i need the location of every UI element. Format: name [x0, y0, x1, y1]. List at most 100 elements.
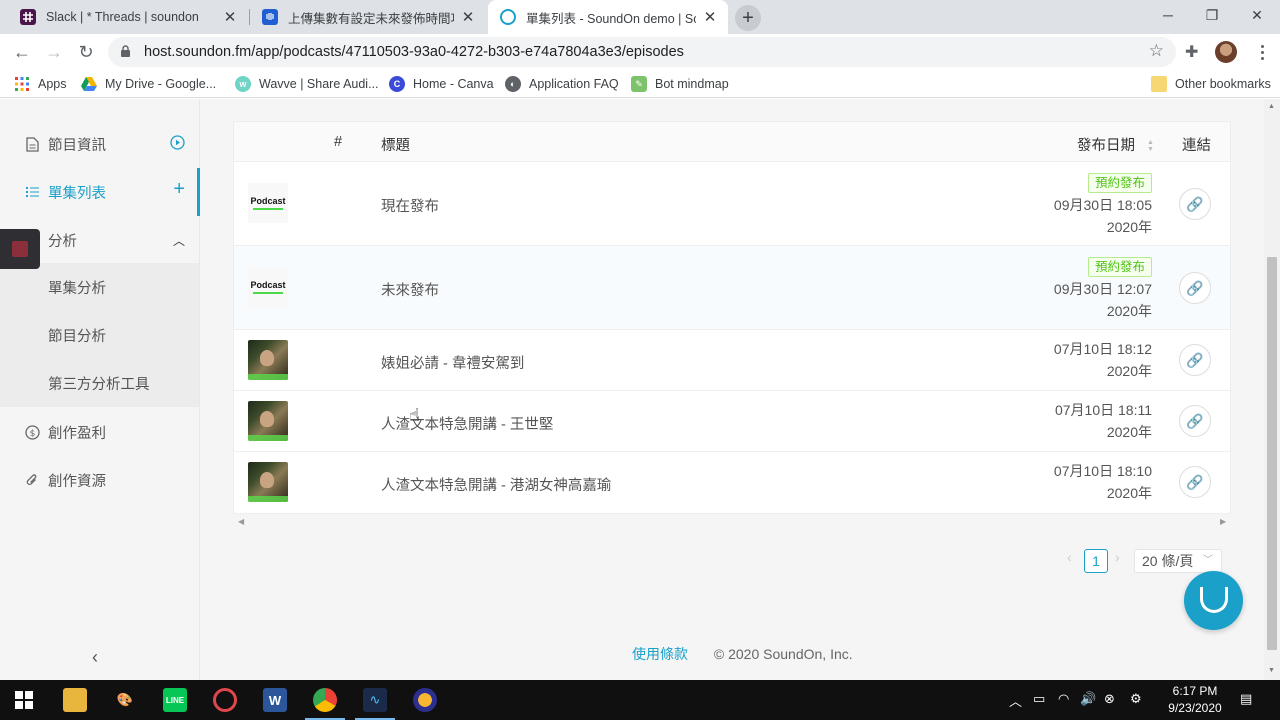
bookmark-wavve[interactable]: w Wavve | Share Audi... — [235, 75, 379, 93]
play-circle-icon[interactable] — [170, 135, 185, 155]
restore-icon[interactable]: ❐ — [1189, 0, 1235, 30]
back-icon[interactable]: ← — [9, 39, 35, 65]
sidebar-item-show-analytics[interactable]: 節目分析 — [0, 311, 199, 359]
tray-chevron-up-icon[interactable]: ︿ — [1009, 691, 1022, 710]
bookmark-bot-mindmap[interactable]: ✎ Bot mindmap — [631, 75, 729, 93]
url-text: host.soundon.fm/app/podcasts/47110503-93… — [144, 44, 684, 60]
episode-thumbnail: Podcast — [248, 267, 288, 307]
address-bar[interactable]: host.soundon.fm/app/podcasts/47110503-93… — [108, 37, 1176, 67]
scroll-up-arrow[interactable]: ▲ — [1268, 103, 1275, 110]
link-icon: 🔗 — [1186, 195, 1204, 212]
copy-link-button[interactable]: 🔗 — [1179, 405, 1211, 437]
sidebar-item-label: 創作盈利 — [48, 425, 106, 442]
scroll-left-arrow[interactable]: ◀ — [238, 517, 244, 526]
episode-title[interactable]: 人渣文本特急開講 - 港湖女神高嘉瑜 — [381, 474, 611, 495]
sidebar-item-resources[interactable]: 創作資源 — [0, 456, 199, 504]
extensions-puzzle-icon[interactable]: ✚ — [1185, 42, 1198, 62]
scrollbar-thumb[interactable] — [1267, 257, 1277, 650]
page-scrollbar[interactable]: ▲ ▼ — [1264, 99, 1280, 680]
page-size-select[interactable]: 20 條/頁 ﹀ — [1134, 549, 1222, 573]
line-app-icon[interactable]: LINE — [163, 688, 187, 712]
windows-start-icon[interactable] — [12, 688, 36, 712]
episode-thumbnail: Podcast — [248, 183, 288, 223]
copyright-text: © 2020 SoundOn, Inc. — [713, 646, 853, 662]
episode-title[interactable]: 現在發布 — [381, 195, 439, 216]
canva-icon: C — [389, 76, 405, 92]
close-tab-icon[interactable]: ✕ — [222, 9, 238, 26]
paint-icon[interactable]: 🎨 — [113, 688, 137, 712]
episode-title[interactable]: 婊姐必請 - 韋禮安駕到 — [381, 352, 524, 373]
bookmarks-bar: Apps My Drive - Google... w Wavve | Shar… — [0, 70, 1280, 98]
chat-support-button[interactable] — [1184, 571, 1243, 630]
profile-avatar[interactable] — [1215, 41, 1237, 63]
tab-intercom[interactable]: 上傳集數有設定未來發佈時間功能 ✕ — [250, 0, 486, 34]
table-row[interactable]: Podcast 未來發布 預約發布 09月30日 12:07 2020年 🔗 — [234, 246, 1230, 330]
other-bookmarks[interactable]: Other bookmarks — [1151, 75, 1271, 93]
episode-title[interactable]: 未來發布 — [381, 279, 439, 300]
publish-date: 07月10日 18:10 2020年 — [1054, 460, 1152, 504]
battery-icon[interactable]: ▭ — [1033, 691, 1045, 707]
pagination-prev[interactable]: ‹ — [1067, 549, 1072, 573]
bookmark-apps[interactable]: Apps — [14, 75, 67, 93]
bookmark-star-icon[interactable]: ☆ — [1149, 41, 1164, 61]
close-tab-icon[interactable]: ✕ — [460, 9, 476, 26]
action-center-icon[interactable]: ▤ — [1240, 691, 1252, 707]
terms-link[interactable]: 使用條款 — [632, 646, 688, 662]
forward-icon[interactable]: → — [41, 39, 67, 65]
tab-slack[interactable]: Slack | * Threads | soundon ✕ — [8, 0, 248, 34]
sidebar-item-monetization[interactable]: $ 創作盈利 — [0, 408, 199, 456]
table-row[interactable]: 人渣文本特急開講 - 王世堅 07月10日 18:11 2020年 🔗 — [234, 391, 1230, 452]
scroll-right-arrow[interactable]: ▶ — [1220, 517, 1226, 526]
column-header-date[interactable]: 發布日期 ▲ ▼ — [1077, 134, 1154, 155]
tab-soundon[interactable]: 單集列表 - SoundOn demo | SoundOn ✕ — [488, 0, 728, 34]
episode-title[interactable]: 人渣文本特急開講 - 王世堅 — [381, 413, 553, 434]
bookmark-label: Apps — [38, 77, 67, 91]
scroll-down-arrow[interactable]: ▼ — [1268, 667, 1275, 674]
sidebar-item-show-info[interactable]: 節目資訊 — [0, 120, 199, 168]
notification-close-icon[interactable]: ⊗ — [1104, 691, 1115, 707]
other-bookmarks-label: Other bookmarks — [1175, 77, 1271, 91]
media-app-icon[interactable] — [413, 688, 437, 712]
sidebar-item-third-party-tools[interactable]: 第三方分析工具 — [0, 359, 199, 407]
audio-editor-icon[interactable]: ∿ — [355, 688, 395, 720]
copy-link-button[interactable]: 🔗 — [1179, 344, 1211, 376]
analytics-submenu: 單集分析 節目分析 第三方分析工具 — [0, 263, 199, 407]
collapse-sidebar-icon[interactable]: ‹ — [92, 647, 98, 668]
minimize-icon[interactable]: ─ — [1145, 0, 1191, 30]
bookmark-canva[interactable]: C Home - Canva — [389, 75, 494, 93]
table-row[interactable]: 人渣文本特急開講 - 港湖女神高嘉瑜 07月10日 18:10 2020年 🔗 — [234, 452, 1230, 513]
volume-icon[interactable]: 🔊 — [1080, 691, 1096, 707]
browser-menu-icon[interactable] — [1252, 42, 1272, 62]
file-explorer-icon[interactable] — [63, 688, 87, 712]
close-window-icon[interactable]: ✕ — [1234, 0, 1280, 30]
word-icon[interactable]: W — [263, 688, 287, 712]
copy-link-button[interactable]: 🔗 — [1179, 466, 1211, 498]
screen-recorder-overlay-button[interactable] — [0, 229, 40, 269]
bookmark-label: Bot mindmap — [655, 77, 729, 91]
security-icon[interactable]: ⚙ — [1130, 691, 1142, 707]
reload-icon[interactable]: ↻ — [73, 39, 99, 65]
system-clock[interactable]: 6:17 PM 9/23/2020 — [1160, 683, 1230, 717]
pagination-next[interactable]: › — [1115, 549, 1120, 573]
recorder-app-icon[interactable] — [213, 688, 237, 712]
pagination-current-page[interactable]: 1 — [1084, 549, 1108, 573]
bookmark-my-drive[interactable]: My Drive - Google... — [81, 75, 216, 93]
publish-date: 預約發布 09月30日 18:05 2020年 — [1054, 171, 1152, 238]
copy-link-button[interactable]: 🔗 — [1179, 272, 1211, 304]
wifi-icon[interactable]: ◠ — [1058, 691, 1069, 707]
bookmark-application-faq[interactable]: ◐ Application FAQ — [505, 75, 619, 93]
sort-icon[interactable]: ▲ ▼ — [1147, 139, 1154, 153]
chrome-icon[interactable] — [305, 688, 345, 720]
table-row[interactable]: Podcast 現在發布 預約發布 09月30日 18:05 2020年 🔗 — [234, 162, 1230, 246]
table-row[interactable]: 婊姐必請 - 韋禮安駕到 07月10日 18:12 2020年 🔗 — [234, 330, 1230, 391]
close-tab-icon[interactable]: ✕ — [702, 9, 718, 26]
new-tab-button[interactable]: + — [735, 5, 761, 31]
hand-cursor-icon: ☝ — [409, 405, 420, 425]
plus-icon[interactable]: + — [173, 178, 185, 201]
copy-link-button[interactable]: 🔗 — [1179, 188, 1211, 220]
document-icon — [24, 136, 40, 152]
sidebar-item-episode-analytics[interactable]: 單集分析 — [0, 263, 199, 311]
chevron-up-icon[interactable]: ︿ — [173, 232, 185, 249]
tab-title: 上傳集數有設定未來發佈時間功能 — [288, 11, 454, 26]
sidebar-item-episodes[interactable]: 單集列表 + — [0, 168, 200, 216]
